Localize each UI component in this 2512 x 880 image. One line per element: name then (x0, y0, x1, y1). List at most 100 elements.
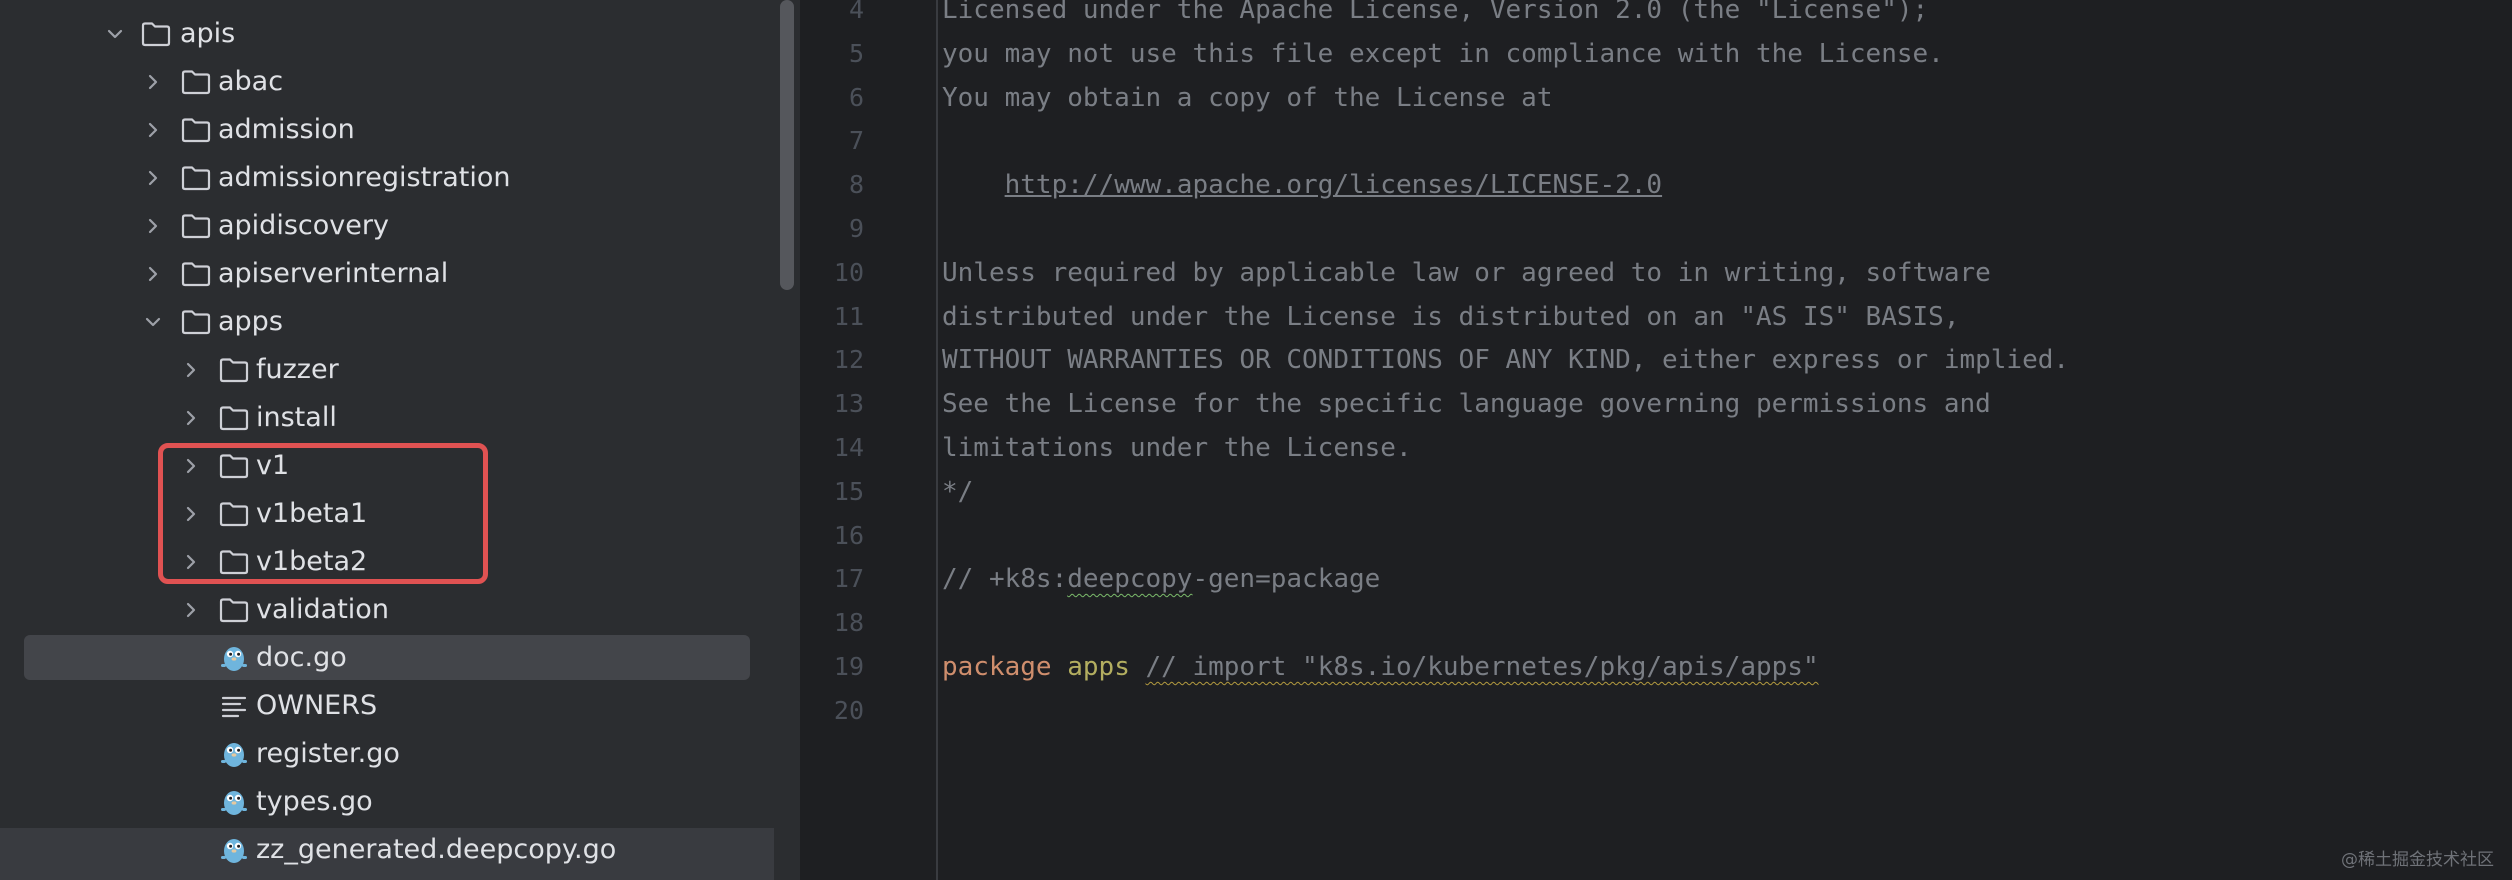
code-text: You may obtain a copy of the License at (942, 83, 1553, 113)
code-line[interactable]: limitations under the License. (942, 426, 1412, 470)
folder-icon (140, 18, 172, 50)
folder-icon (180, 258, 212, 290)
code-text: you may not use this file except in comp… (942, 39, 1944, 69)
folder-icon (180, 306, 212, 338)
tree-item-label: apiserverinternal (218, 258, 449, 289)
code-line[interactable]: package apps // import "k8s.io/kubernete… (942, 645, 1819, 689)
line-number: 13 (833, 389, 864, 418)
line-number: 19 (833, 652, 864, 681)
code-text: distributed under the License is distrib… (942, 302, 1960, 332)
chevron-right-icon[interactable] (138, 202, 168, 250)
text-file-icon (218, 690, 250, 722)
folder-icon (218, 354, 250, 386)
chevron-down-icon[interactable] (100, 10, 130, 58)
watermark: @稀土掘金技术社区 (2341, 850, 2494, 870)
tree-item-label: types.go (256, 786, 373, 817)
chevron-right-icon[interactable] (176, 394, 206, 442)
line-number: 8 (848, 170, 864, 199)
tree-item-owners[interactable]: OWNERS (0, 682, 780, 730)
tree-item-apidiscovery[interactable]: apidiscovery (0, 202, 780, 250)
code-text: Unless required by applicable law or agr… (942, 258, 1991, 288)
tree-item-label: OWNERS (256, 690, 378, 721)
code-text: // +k8s: (942, 564, 1068, 594)
code-line[interactable]: // +k8s:deepcopy-gen=package (942, 557, 1380, 601)
code-text: -gen=package (1192, 564, 1381, 594)
tree-item-label: register.go (256, 738, 400, 769)
code-line[interactable]: WITHOUT WARRANTIES OR CONDITIONS OF ANY … (942, 338, 2069, 382)
line-number: 12 (833, 345, 864, 374)
keyword-package: package (942, 652, 1052, 682)
license-link[interactable]: http://www.apache.org/licenses/LICENSE-2… (1005, 170, 1662, 200)
tree-item-label: doc.go (256, 642, 347, 673)
line-number: 20 (833, 696, 864, 725)
code-text: Licensed under the Apache License, Versi… (942, 0, 1929, 25)
code-line[interactable]: http://www.apache.org/licenses/LICENSE-2… (942, 163, 1662, 207)
tree-item-apis[interactable]: apis (0, 10, 780, 58)
tree-item-abac[interactable]: abac (0, 58, 780, 106)
folder-icon (180, 210, 212, 242)
tree-item-register-go[interactable]: register.go (0, 730, 780, 778)
tree-item-validation[interactable]: validation (0, 586, 780, 634)
folder-icon (218, 594, 250, 626)
tree-item-zz-generated-deepcopy-go[interactable]: zz_generated.deepcopy.go (0, 826, 780, 874)
tree-item-admission[interactable]: admission (0, 106, 780, 154)
line-number: 5 (848, 39, 864, 68)
go-file-icon (218, 642, 250, 674)
line-number: 16 (833, 521, 864, 550)
tree-item-types-go[interactable]: types.go (0, 778, 780, 826)
tree-item-apiserverinternal[interactable]: apiserverinternal (0, 250, 780, 298)
tree-item-label: abac (218, 66, 284, 97)
chevron-right-icon[interactable] (176, 586, 206, 634)
line-number: 14 (833, 433, 864, 462)
tree-item-admissionregistration[interactable]: admissionregistration (0, 154, 780, 202)
tree-item-fuzzer[interactable]: fuzzer (0, 346, 780, 394)
code-line[interactable]: you may not use this file except in comp… (942, 32, 1944, 76)
folder-icon (180, 66, 212, 98)
code-text: WITHOUT WARRANTIES OR CONDITIONS OF ANY … (942, 345, 2070, 375)
go-file-icon (218, 786, 250, 818)
tree-item-install[interactable]: install (0, 394, 780, 442)
line-number: 9 (848, 214, 864, 243)
tree-item-doc-go[interactable]: doc.go (0, 634, 780, 682)
tree-item-apps[interactable]: apps (0, 298, 780, 346)
tree-item-label: apps (218, 306, 283, 337)
chevron-right-icon[interactable] (138, 106, 168, 154)
folder-icon (180, 162, 212, 194)
code-line[interactable]: Unless required by applicable law or agr… (942, 251, 1991, 295)
tree-item-label: validation (256, 594, 389, 625)
line-number: 15 (833, 477, 864, 506)
line-number: 4 (848, 0, 864, 24)
code-line[interactable]: */ (942, 470, 973, 514)
package-name: apps (1067, 652, 1130, 682)
code-line[interactable]: See the License for the specific languag… (942, 382, 1991, 426)
line-number: 18 (833, 608, 864, 637)
folder-icon (180, 114, 212, 146)
go-file-icon (218, 834, 250, 866)
line-number: 10 (833, 258, 864, 287)
code-line[interactable]: You may obtain a copy of the License at (942, 76, 1552, 120)
tree-item-label: fuzzer (256, 354, 339, 385)
chevron-right-icon[interactable] (138, 154, 168, 202)
gutter-divider (936, 0, 938, 880)
tree-item-label: zz_generated.deepcopy.go (256, 834, 617, 865)
line-number: 11 (833, 302, 864, 331)
chevron-down-icon[interactable] (138, 298, 168, 346)
chevron-right-icon[interactable] (176, 346, 206, 394)
line-number: 17 (833, 564, 864, 593)
import-comment[interactable]: // import "k8s.io/kubernetes/pkg/apis/ap… (1146, 652, 1819, 682)
code-line[interactable]: Licensed under the Apache License, Versi… (942, 0, 1928, 32)
project-tree: apis abac admission admissionregistration ap… (0, 0, 800, 880)
tree-scrollbar[interactable] (780, 0, 794, 290)
chevron-right-icon[interactable] (138, 58, 168, 106)
tree-item-label: install (256, 402, 337, 433)
tree-item-label: admissionregistration (218, 162, 511, 193)
code-text: limitations under the License. (942, 433, 1412, 463)
folder-icon (218, 402, 250, 434)
tree-item-label: admission (218, 114, 355, 145)
spellcheck-word[interactable]: deepcopy (1067, 564, 1192, 594)
code-editor[interactable]: 4 Licensed under the Apache License, Vers… (800, 0, 2512, 880)
chevron-right-icon[interactable] (138, 250, 168, 298)
tree-item-label: apidiscovery (218, 210, 389, 241)
code-line[interactable]: distributed under the License is distrib… (942, 295, 1959, 339)
